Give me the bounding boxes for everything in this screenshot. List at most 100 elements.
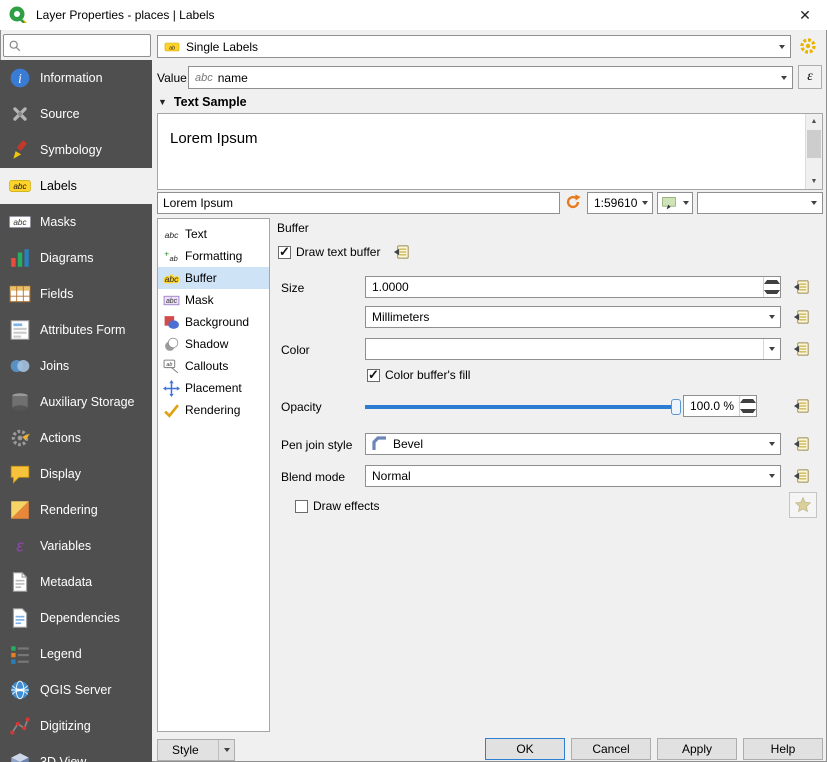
svg-text:ε: ε [16, 538, 24, 556]
sidebar-item-diagrams[interactable]: Diagrams [0, 240, 152, 276]
effects-star-icon [794, 496, 812, 514]
sidebar-item-dependencies[interactable]: Dependencies [0, 600, 152, 636]
scroll-up-icon[interactable]: ▲ [806, 114, 822, 129]
sidebar-item-variables[interactable]: εVariables [0, 528, 152, 564]
label-mode-combo[interactable]: ab Single Labels [157, 35, 791, 58]
tab-placement[interactable]: Placement [158, 377, 269, 399]
opacity-slider-handle[interactable] [671, 399, 681, 415]
blend-mode-combo[interactable]: Normal [365, 465, 781, 487]
value-field-name: name [218, 71, 248, 85]
label-mode-value: Single Labels [186, 40, 258, 54]
pen-join-style-combo[interactable]: Bevel [365, 433, 781, 455]
scale-picker-button[interactable] [657, 192, 693, 214]
sidebar-item-legend[interactable]: Legend [0, 636, 152, 672]
buffer-units-combo[interactable]: Millimeters [365, 306, 781, 328]
size-label: Size [281, 281, 304, 295]
opacity-spin-buttons[interactable] [739, 396, 756, 416]
dd-override-color-button[interactable] [789, 336, 815, 362]
scale-picker-map-icon [661, 195, 677, 211]
digitizing-icon [9, 715, 31, 737]
preview-background-combo[interactable] [697, 192, 823, 214]
sidebar-item-3d-view[interactable]: 3D View [0, 744, 152, 762]
sidebar-item-auxiliary-storage[interactable]: Auxiliary Storage [0, 384, 152, 420]
color-buffer-fill-checkbox[interactable]: Color buffer's fill [367, 368, 470, 382]
tab-shadow[interactable]: Shadow [158, 333, 269, 355]
variables-icon: ε [9, 535, 31, 557]
svg-text:abc: abc [13, 218, 27, 227]
opacity-value: 100.0 % [684, 396, 739, 416]
scrollbar-thumb[interactable] [807, 130, 821, 158]
cancel-button[interactable]: Cancel [571, 738, 651, 760]
ok-button[interactable]: OK [485, 738, 565, 760]
value-field-combo[interactable]: abc name [188, 66, 793, 89]
effects-config-button[interactable] [789, 492, 817, 518]
blend-mode-value: Normal [372, 469, 411, 483]
sidebar-item-actions[interactable]: Actions [0, 420, 152, 456]
tab-mask[interactable]: abcMask [158, 289, 269, 311]
tab-rendering[interactable]: Rendering [158, 399, 269, 421]
close-button[interactable]: ✕ [783, 0, 827, 30]
dd-override-draw-buffer-button[interactable] [389, 239, 415, 265]
joins-icon [9, 355, 31, 377]
sidebar-item-symbology[interactable]: Symbology [0, 132, 152, 168]
sample-text-input[interactable] [157, 192, 560, 214]
sidebar-item-fields[interactable]: Fields [0, 276, 152, 312]
sidebar-item-label: Diagrams [40, 251, 94, 265]
tab-callouts[interactable]: abCallouts [158, 355, 269, 377]
pen-join-dropdown-arrow [763, 434, 780, 454]
dd-override-units-button[interactable] [789, 304, 815, 330]
buffer-size-spin-buttons[interactable] [763, 277, 780, 297]
sidebar: iInformationSourceSymbologyabcLabelsabcM… [0, 60, 152, 762]
scale-picker-dropdown-arrow [680, 193, 692, 213]
sidebar-item-digitizing[interactable]: Digitizing [0, 708, 152, 744]
sidebar-item-source[interactable]: Source [0, 96, 152, 132]
sidebar-item-masks[interactable]: abcMasks [0, 204, 152, 240]
buffer-tab-icon: abc [163, 270, 180, 287]
draw-effects-checkbox[interactable]: Draw effects [295, 499, 379, 513]
sidebar-item-rendering[interactable]: Rendering [0, 492, 152, 528]
tab-background[interactable]: Background [158, 311, 269, 333]
search-box[interactable] [3, 34, 151, 57]
dd-override-size-button[interactable] [789, 274, 815, 300]
tab-formatting[interactable]: +abFormatting [158, 245, 269, 267]
tab-buffer[interactable]: abcBuffer [158, 267, 269, 289]
draw-effects-checkbox-box[interactable] [295, 500, 308, 513]
draw-text-buffer-checkbox-box[interactable] [278, 246, 291, 259]
buffer-size-input[interactable]: 1.0000 [365, 276, 781, 298]
sidebar-item-joins[interactable]: Joins [0, 348, 152, 384]
auto-placement-settings-button[interactable] [794, 33, 822, 59]
opacity-value-input[interactable]: 100.0 % [683, 395, 757, 417]
color-buffer-fill-checkbox-box[interactable] [367, 369, 380, 382]
sidebar-item-metadata[interactable]: Metadata [0, 564, 152, 600]
sidebar-item-attributes-form[interactable]: Attributes Form [0, 312, 152, 348]
style-button[interactable]: Style [157, 739, 235, 761]
preview-scale-combo[interactable]: 1:59610 [587, 192, 653, 214]
dd-override-pen-join-button[interactable] [789, 431, 815, 457]
dd-override-blend-mode-button[interactable] [789, 463, 815, 489]
apply-button[interactable]: Apply [657, 738, 737, 760]
sidebar-item-labels[interactable]: abcLabels [0, 168, 152, 204]
buffer-color-button[interactable] [365, 338, 781, 360]
dd-override-opacity-button[interactable] [789, 393, 815, 419]
sidebar-item-display[interactable]: Display [0, 456, 152, 492]
tab-text[interactable]: abcText [158, 223, 269, 245]
search-input[interactable] [26, 39, 146, 53]
sidebar-item-qgis-server[interactable]: QGIS Server [0, 672, 152, 708]
style-dropdown-arrow[interactable] [218, 740, 234, 760]
draw-text-buffer-checkbox[interactable]: Draw text buffer [278, 245, 380, 259]
sidebar-item-label: Actions [40, 431, 81, 445]
sidebar-item-label: Legend [40, 647, 82, 661]
sample-scrollbar[interactable]: ▲ ▼ [805, 114, 822, 189]
value-label: Value [157, 71, 187, 85]
text-sample-section-header[interactable]: ▼ Text Sample [158, 95, 247, 109]
help-button[interactable]: Help [743, 738, 823, 760]
sidebar-item-information[interactable]: iInformation [0, 60, 152, 96]
reset-sample-button[interactable] [561, 190, 585, 214]
expression-builder-button[interactable]: ε [798, 65, 822, 89]
view-3d-icon [9, 751, 31, 762]
color-dropdown-arrow[interactable] [763, 339, 780, 359]
opacity-slider[interactable] [365, 398, 676, 416]
value-field-dropdown-arrow [775, 67, 792, 88]
scroll-down-icon[interactable]: ▼ [806, 174, 822, 189]
metadata-icon [9, 571, 31, 593]
